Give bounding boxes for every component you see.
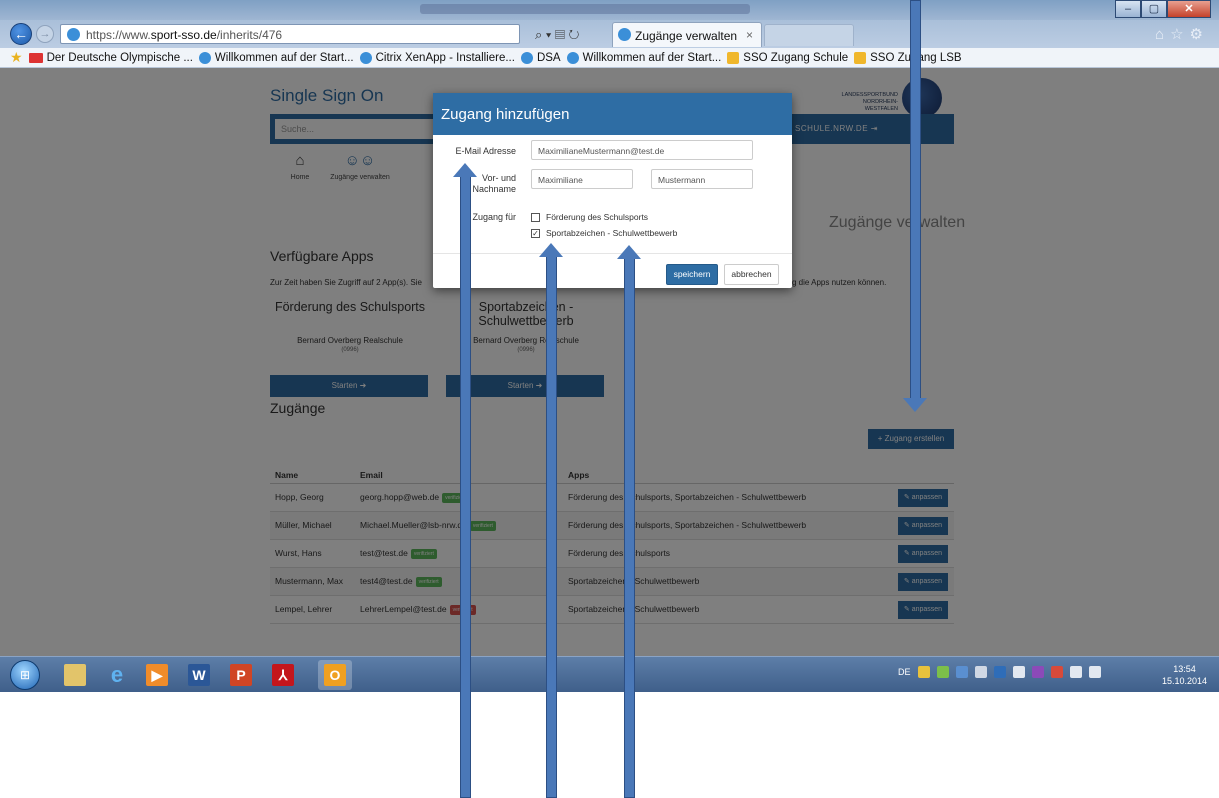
- media-player-icon: ▶: [146, 664, 168, 686]
- start-button[interactable]: ⊞: [10, 660, 40, 690]
- first-name-field[interactable]: Maximiliane: [531, 169, 633, 189]
- favorite-item[interactable]: DSA: [520, 51, 561, 64]
- tab-zugaenge-verwalten[interactable]: Zugänge verwalten ×: [612, 22, 762, 47]
- tray-icon[interactable]: [974, 666, 987, 678]
- annotation-arrow-down-icon: [903, 398, 927, 412]
- internet-explorer-icon: e: [110, 662, 124, 687]
- favorite-item[interactable]: Citrix XenApp - Installiere...: [359, 51, 515, 64]
- tab-title: Zugänge verwalten: [635, 29, 738, 43]
- new-tab-button[interactable]: [764, 24, 854, 46]
- windows-taskbar: ⊞ e ▶ W P ⅄ O DE 13:54 15.10.2014: [0, 656, 1219, 692]
- modal-footer: speichern abbrechen: [433, 253, 792, 288]
- favorite-item[interactable]: Willkommen auf der Start...: [566, 51, 721, 64]
- add-access-modal: Zugang hinzufügen E-Mail Adresse Maximil…: [433, 93, 792, 288]
- tab-close-icon[interactable]: ×: [746, 28, 753, 42]
- back-button[interactable]: ←: [10, 23, 32, 45]
- window-title-blurred: [420, 4, 750, 14]
- citrix-icon: [520, 51, 533, 64]
- browser-tool-icons[interactable]: ⌂☆⚙: [1155, 25, 1209, 43]
- close-window-button[interactable]: ✕: [1167, 0, 1211, 18]
- volume-icon[interactable]: [1088, 666, 1101, 678]
- outlook-icon: O: [324, 664, 346, 686]
- annotation-arrow-shaft: [910, 0, 921, 400]
- tray-icon[interactable]: [1050, 666, 1063, 678]
- ie-tab-icon: [618, 28, 631, 41]
- maximize-button[interactable]: ▢: [1141, 0, 1167, 18]
- annotation-arrow-up-icon: [539, 243, 563, 257]
- powerpoint-taskbar-button[interactable]: P: [224, 660, 258, 690]
- citrix-icon: [359, 51, 372, 64]
- word-taskbar-button[interactable]: W: [182, 660, 216, 690]
- taskbar-clock[interactable]: 13:54 15.10.2014: [1162, 663, 1207, 687]
- page-icon: [727, 51, 740, 64]
- window-titlebar: – ▢ ✕: [0, 0, 1219, 20]
- media-taskbar-button[interactable]: ▶: [140, 660, 174, 690]
- language-indicator[interactable]: DE: [898, 667, 911, 677]
- cancel-button[interactable]: abbrechen: [724, 264, 779, 285]
- access-for-label: Zugang für: [472, 212, 516, 222]
- annotation-arrow-up-icon: [617, 245, 641, 259]
- tray-icon[interactable]: [993, 666, 1006, 678]
- address-tools[interactable]: ⌕ ▾ ▤ ↻: [535, 27, 579, 43]
- window-controls: – ▢ ✕: [1115, 0, 1211, 18]
- favorites-bar: ★ Der Deutsche Olympische ... Willkommen…: [0, 48, 1219, 68]
- acrobat-icon: ⅄: [272, 664, 294, 686]
- address-bar[interactable]: https://www.sport-sso.de/inherits/476: [60, 24, 520, 44]
- address-url: https://www.sport-sso.de/inherits/476: [86, 28, 283, 42]
- favorites-star-icon[interactable]: ★: [10, 49, 23, 66]
- powerpoint-icon: P: [230, 664, 252, 686]
- last-name-field[interactable]: Mustermann: [651, 169, 753, 189]
- favorite-item[interactable]: SSO Zugang Schule: [727, 51, 848, 64]
- checkbox-unchecked[interactable]: [531, 212, 540, 222]
- outlook-taskbar-button[interactable]: O: [318, 660, 352, 690]
- option-foerderung-checkbox[interactable]: Förderung des Schulsports: [531, 212, 648, 222]
- tray-icon[interactable]: [1012, 666, 1025, 678]
- browser-navbar: ← → https://www.sport-sso.de/inherits/47…: [0, 20, 1219, 48]
- favorite-item[interactable]: Willkommen auf der Start...: [198, 51, 354, 64]
- email-field[interactable]: MaximilianeMustermann@test.de: [531, 140, 753, 160]
- minimize-button[interactable]: –: [1115, 0, 1141, 18]
- annotation-arrow-shaft: [546, 256, 557, 798]
- option-sportabzeichen-checkbox[interactable]: ✓ Sportabzeichen - Schulwettbewerb: [531, 228, 677, 238]
- tray-icon[interactable]: [936, 666, 949, 678]
- explorer-taskbar-button[interactable]: [58, 660, 92, 690]
- acrobat-taskbar-button[interactable]: ⅄: [266, 660, 300, 690]
- email-label: E-Mail Adresse: [455, 146, 516, 156]
- checkbox-checked[interactable]: ✓: [531, 228, 540, 238]
- word-icon: W: [188, 664, 210, 686]
- system-tray: DE: [898, 666, 1101, 678]
- annotation-arrow-up-icon: [453, 163, 477, 177]
- favorite-item[interactable]: Der Deutsche Olympische ...: [28, 52, 193, 64]
- ie-page-icon: [67, 28, 80, 41]
- modal-title: Zugang hinzufügen: [433, 93, 792, 135]
- annotation-arrow-shaft: [460, 176, 471, 798]
- dosb-icon: [28, 52, 43, 63]
- network-icon[interactable]: [1069, 666, 1082, 678]
- ie-icon: [198, 51, 211, 64]
- forward-button[interactable]: →: [36, 25, 54, 43]
- ie-icon: [566, 51, 579, 64]
- favorite-item[interactable]: SSO Zugang LSB: [854, 51, 962, 64]
- folder-icon: [64, 664, 86, 686]
- page-icon: [854, 51, 867, 64]
- tray-icon[interactable]: [955, 666, 968, 678]
- ie-taskbar-button[interactable]: e: [100, 660, 134, 690]
- onenote-tray-icon[interactable]: [1031, 666, 1044, 678]
- save-button[interactable]: speichern: [666, 264, 718, 285]
- tray-icon[interactable]: [917, 666, 930, 678]
- annotation-arrow-shaft: [624, 258, 635, 798]
